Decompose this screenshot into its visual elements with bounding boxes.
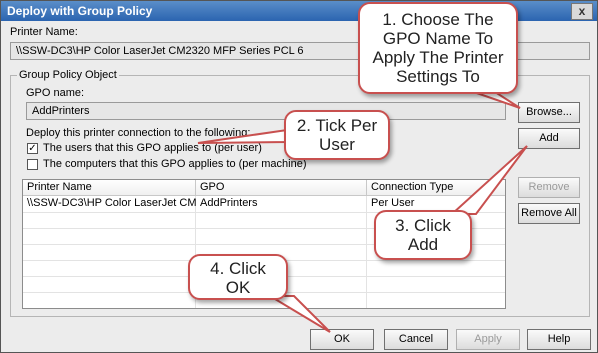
callout-click-add: 3. Click Add bbox=[374, 210, 472, 260]
callout-2-pointer bbox=[197, 128, 288, 144]
callout-click-ok: 4. Click OK bbox=[188, 254, 288, 300]
callout-choose-gpo: 1. Choose The GPO Name To Apply The Prin… bbox=[358, 2, 518, 94]
callout-tick-per-user: 2. Tick Per User bbox=[284, 110, 390, 160]
callout-3-pointer bbox=[449, 145, 528, 215]
callout-4-pointer bbox=[266, 295, 331, 333]
